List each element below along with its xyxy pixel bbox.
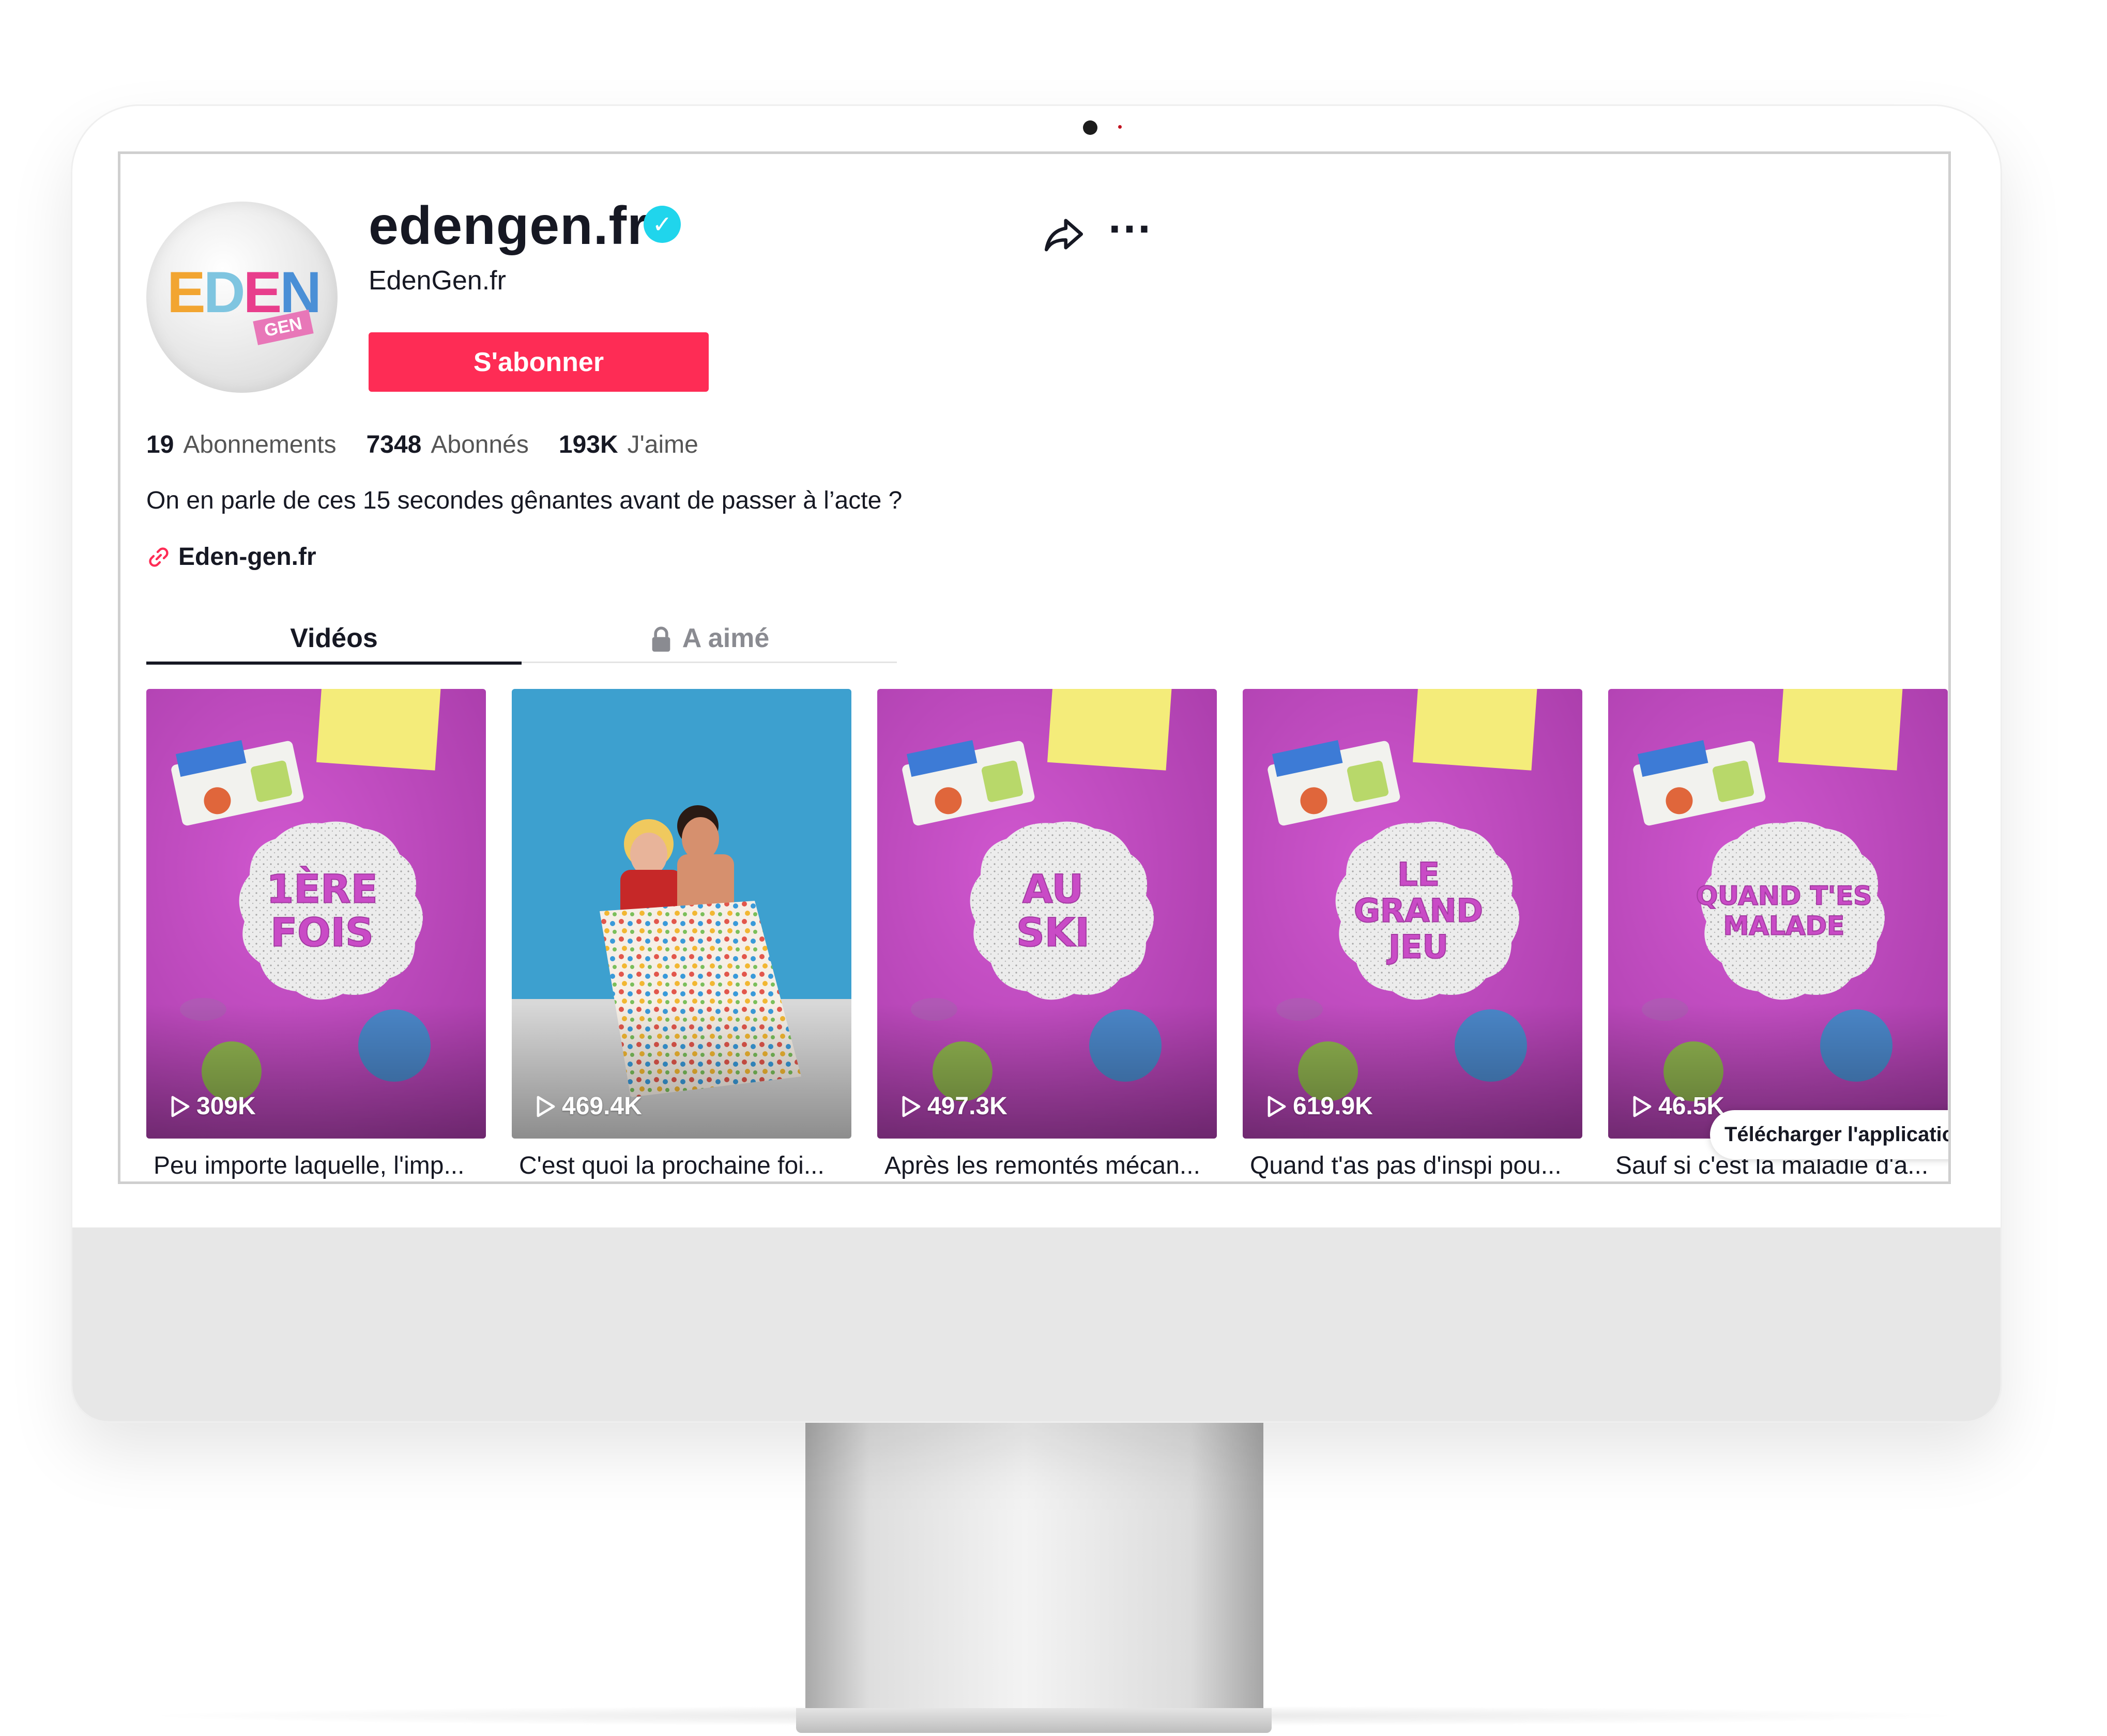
nickname: EdenGen.fr [369, 266, 506, 296]
video-card[interactable]: QUAND T'ESMALADE 46.5K [1608, 689, 1948, 1139]
video-card[interactable]: 469.4K [512, 689, 851, 1139]
video-card[interactable]: 1ÈREFOIS 309K [146, 689, 486, 1139]
video-thumbnail: 1ÈREFOIS [146, 689, 486, 1139]
monitor-stand [805, 1421, 1263, 1716]
play-icon [1633, 1096, 1652, 1117]
profile-link-text[interactable]: Eden-gen.fr [178, 543, 316, 571]
video-views: 309K [170, 1092, 256, 1120]
video-caption[interactable]: C'est quoi la prochaine foi... [512, 1151, 851, 1180]
play-icon [537, 1096, 555, 1117]
video-card[interactable]: AUSKI 497.3K [877, 689, 1217, 1139]
video-views: 619.9K [1266, 1092, 1373, 1120]
monitor-chin [72, 1227, 2001, 1421]
camera-led [1118, 125, 1122, 129]
video-thumbnail: AUSKI [877, 689, 1217, 1139]
camera-icon [1083, 120, 1097, 135]
play-icon [171, 1096, 190, 1117]
likes-label: J'aime [627, 431, 698, 458]
more-icon[interactable]: ··· [1108, 208, 1152, 251]
following-count: 19 [146, 431, 174, 458]
tab-videos[interactable]: Vidéos [146, 622, 522, 665]
video-views: 497.3K [900, 1092, 1007, 1120]
followers-count: 7348 [366, 431, 422, 458]
video-card[interactable]: LEGRANDJEU 619.9K [1243, 689, 1582, 1139]
share-icon[interactable] [1041, 211, 1087, 257]
play-icon [902, 1096, 921, 1117]
video-views: 46.5K [1631, 1092, 1724, 1120]
likes-count: 193K [558, 431, 618, 458]
avatar[interactable]: EDEN GEN [146, 202, 338, 393]
video-thumbnail [512, 689, 851, 1139]
lock-icon [652, 626, 670, 652]
video-caption[interactable]: Quand t'as pas d'inspi pou... [1243, 1151, 1582, 1180]
download-app-button[interactable]: Télécharger l'applicatio [1710, 1110, 1948, 1159]
verified-icon: ✓ [644, 206, 681, 243]
link-icon [149, 547, 169, 567]
video-views: 469.4K [535, 1092, 642, 1120]
video-thumbnail: QUAND T'ESMALADE [1608, 689, 1948, 1139]
screen: EDEN GEN edengen.fr ✓ EdenGen.fr S'abonn… [118, 151, 1951, 1184]
bio: On en parle de ces 15 secondes gênantes … [146, 487, 903, 514]
video-caption[interactable]: Peu importe laquelle, l'imp... [146, 1151, 486, 1180]
video-caption[interactable]: Après les remontés mécan... [877, 1151, 1217, 1180]
username: edengen.fr [369, 196, 649, 256]
profile-link[interactable]: Eden-gen.fr [146, 543, 316, 571]
tab-liked[interactable]: A aimé [522, 622, 897, 663]
profile-tabs: Vidéos A aimé [146, 622, 897, 665]
follow-button[interactable]: S'abonner [369, 332, 709, 392]
followers-label[interactable]: Abonnés [431, 431, 529, 458]
profile-stats: 19 Abonnements 7348 Abonnés 193K J'aime [146, 431, 728, 459]
play-icon [1268, 1096, 1286, 1117]
video-thumbnail: LEGRANDJEU [1243, 689, 1582, 1139]
following-label[interactable]: Abonnements [183, 431, 336, 458]
monitor-stand-foot [796, 1708, 1272, 1733]
